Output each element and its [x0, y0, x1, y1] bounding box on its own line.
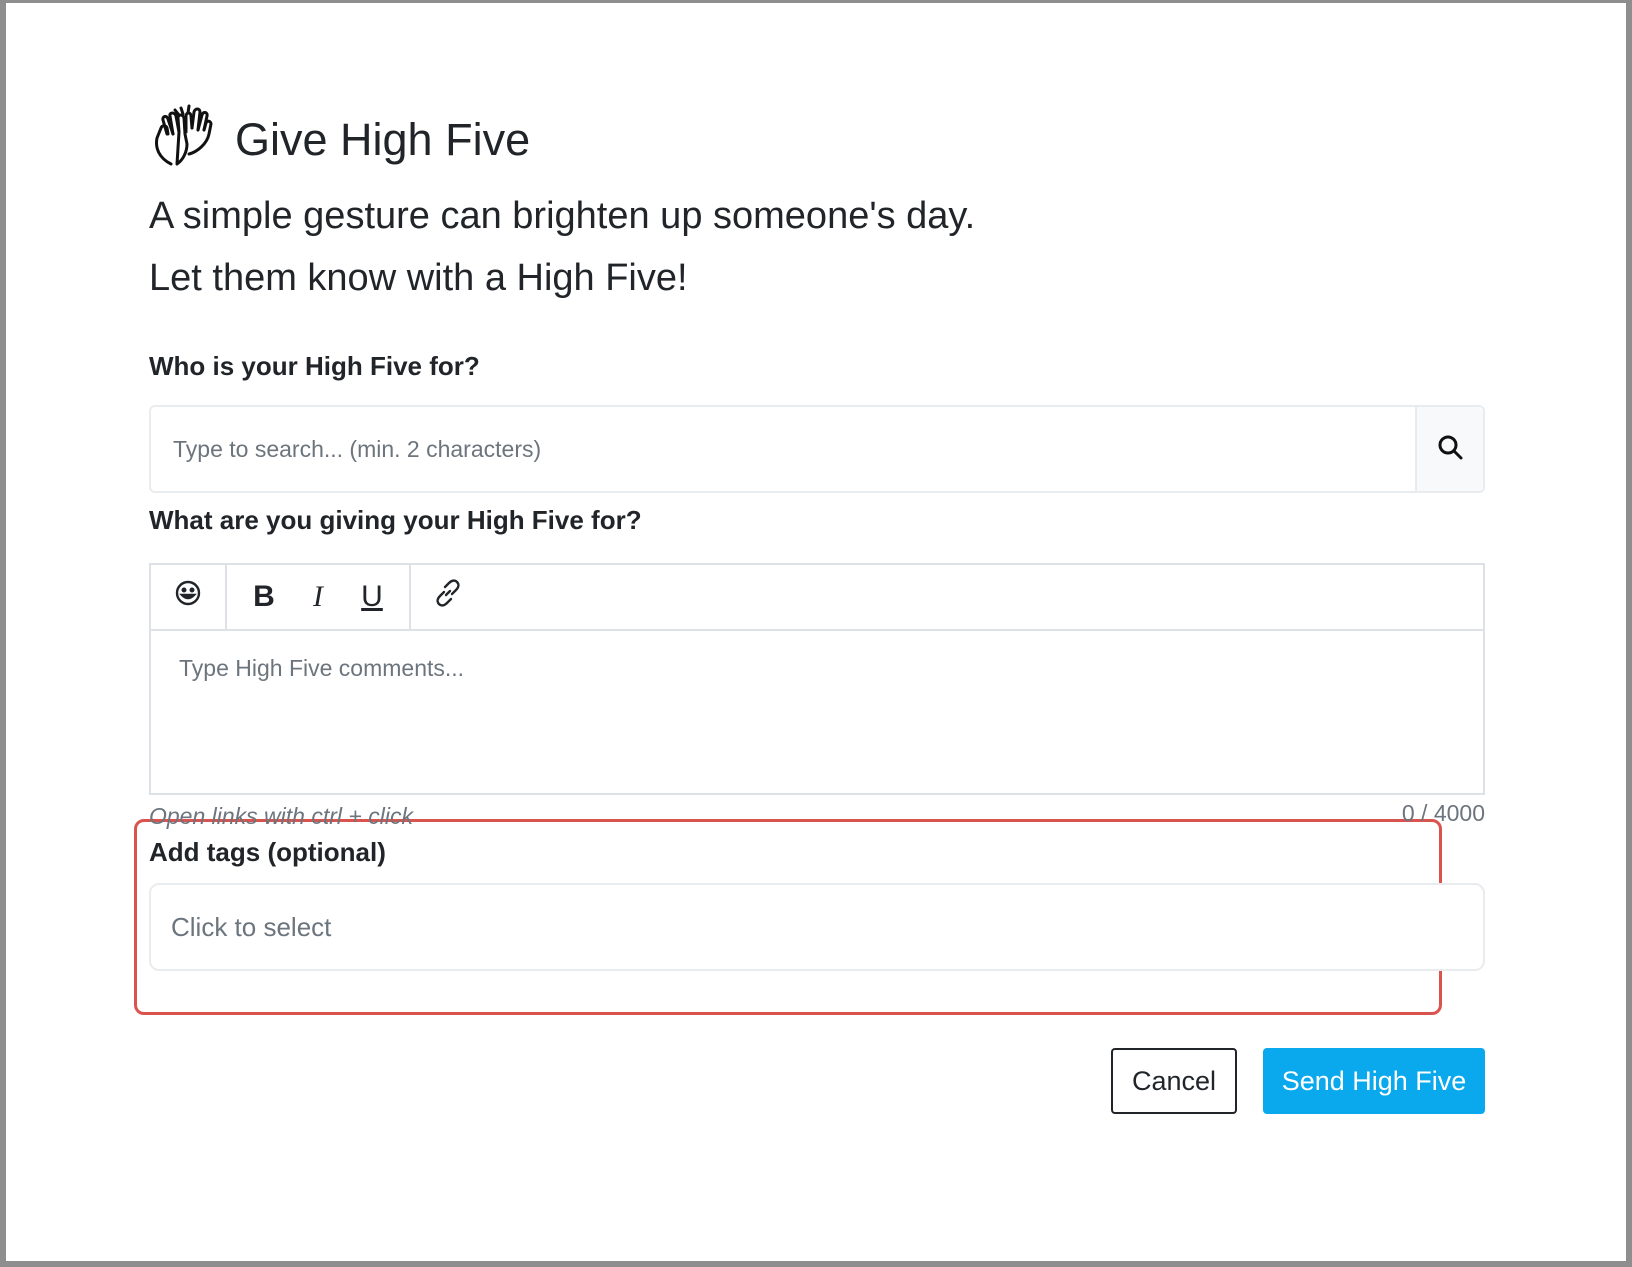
bold-button[interactable]: B — [237, 570, 291, 624]
link-button[interactable] — [421, 570, 475, 624]
recipient-search-input[interactable] — [151, 407, 1415, 491]
dialog-subtitle: A simple gesture can brighten up someone… — [149, 185, 1489, 309]
tags-select[interactable]: Click to select — [149, 883, 1485, 971]
link-icon — [433, 578, 463, 616]
send-high-five-button[interactable]: Send High Five — [1263, 1048, 1485, 1114]
dialog-actions: Cancel Send High Five — [1111, 1048, 1485, 1114]
comment-label: What are you giving your High Five for? — [149, 505, 642, 535]
clapping-hands-icon — [149, 104, 221, 176]
dialog-title: Give High Five — [235, 114, 531, 165]
emoji-icon — [174, 579, 202, 615]
character-counter: 0 / 4000 — [1401, 800, 1485, 826]
dialog-content: Give High Five A simple gesture can brig… — [149, 103, 1489, 1114]
editor-hint: Open links with ctrl + click — [149, 803, 413, 829]
dialog-header: Give High Five — [149, 103, 1489, 177]
emoji-button[interactable] — [161, 570, 215, 624]
cancel-button[interactable]: Cancel — [1111, 1048, 1237, 1114]
toolbar-group-link — [411, 565, 485, 629]
comment-editor: B I U Type High Five comments... — [149, 563, 1485, 795]
underline-button[interactable]: U — [345, 570, 399, 624]
recipient-label: Who is your High Five for? — [149, 351, 480, 381]
search-icon — [1436, 433, 1464, 466]
toolbar-group-format: B I U — [227, 565, 411, 629]
search-button[interactable] — [1415, 407, 1483, 491]
comment-textarea[interactable]: Type High Five comments... — [151, 631, 1483, 706]
tags-label: Add tags (optional) — [149, 837, 386, 867]
subtitle-line-2: Let them know with a High Five! — [149, 257, 688, 299]
subtitle-line-1: A simple gesture can brighten up someone… — [149, 195, 976, 237]
editor-toolbar: B I U — [151, 565, 1483, 631]
toolbar-group-emoji — [151, 565, 227, 629]
high-five-dialog: Give High Five A simple gesture can brig… — [6, 3, 1626, 1261]
recipient-search — [149, 405, 1485, 493]
italic-button[interactable]: I — [291, 570, 345, 624]
